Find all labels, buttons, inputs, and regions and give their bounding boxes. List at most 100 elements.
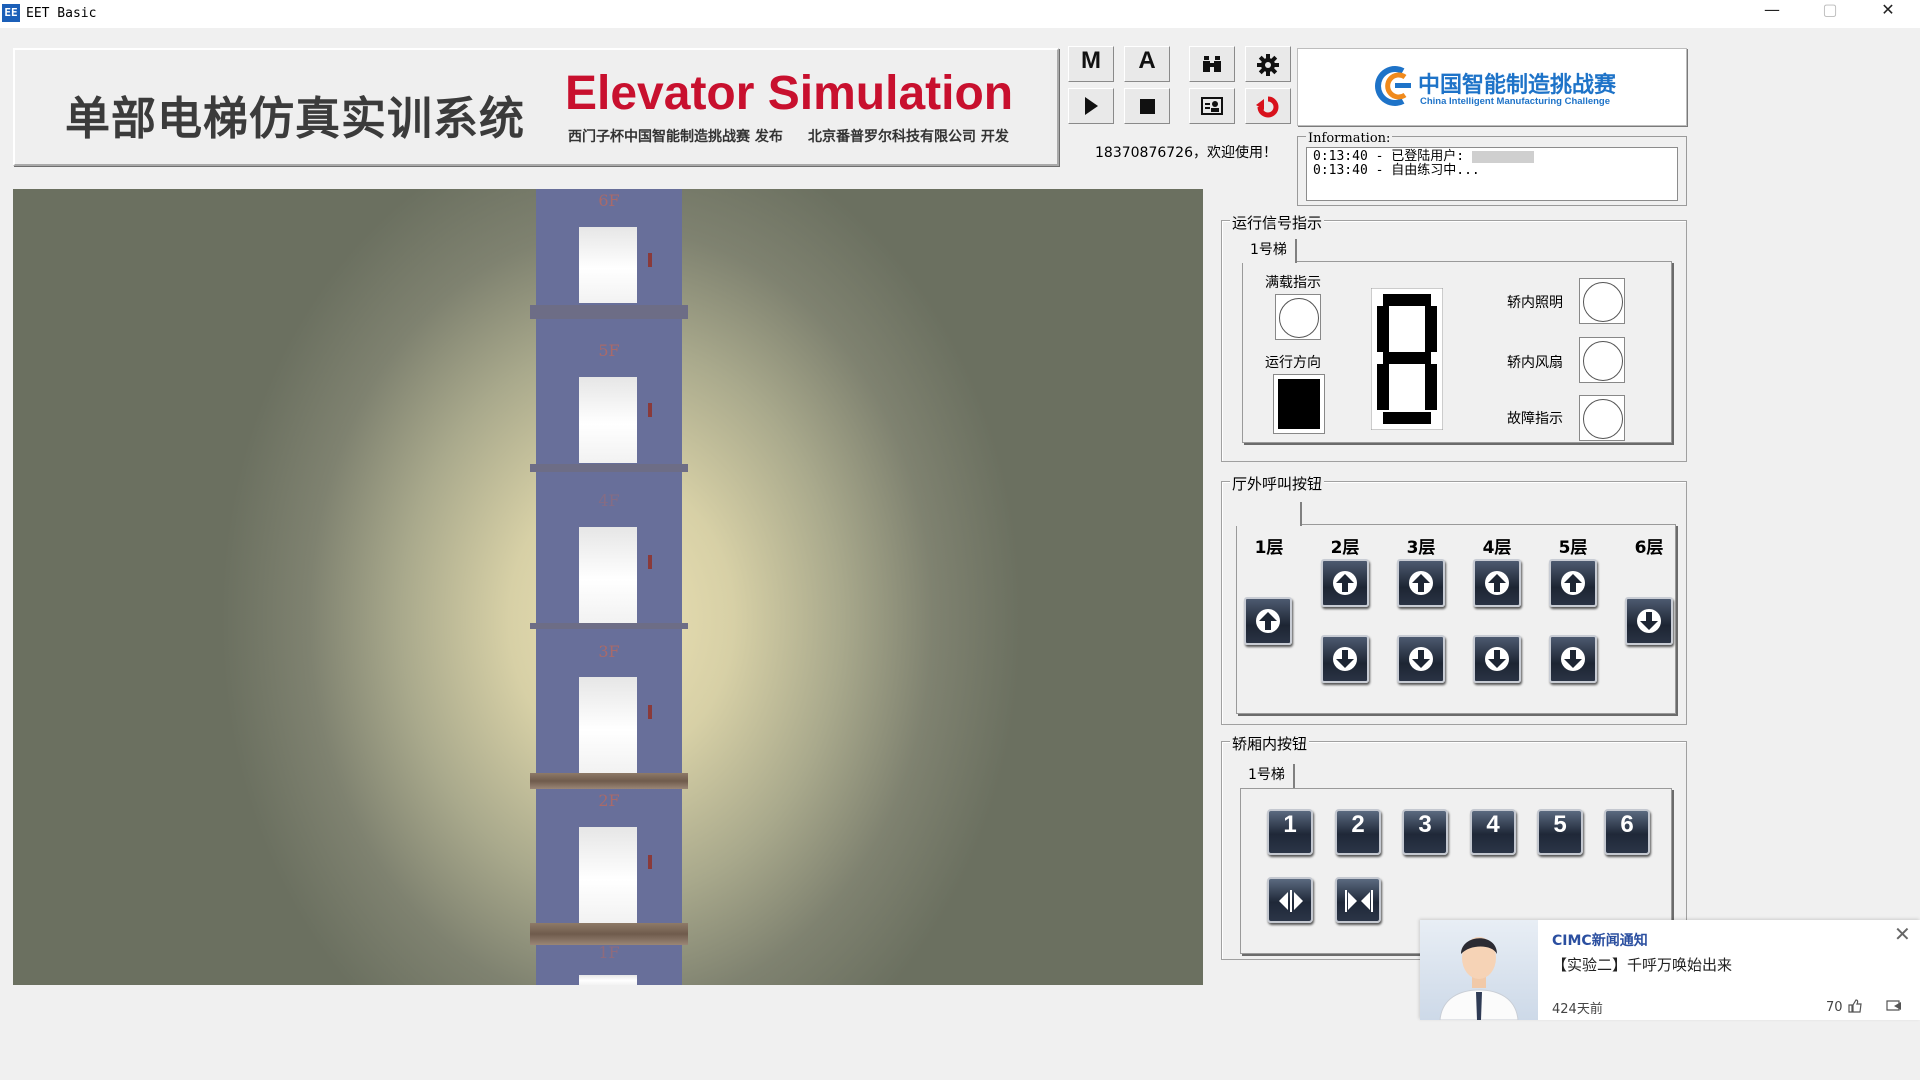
stop-icon <box>1140 99 1155 114</box>
news-notification[interactable]: CIMC新闻通知 【实验二】千呼万唤始出来 424天前 70 ✕ <box>1420 920 1920 1020</box>
hall-call-6-down-button[interactable] <box>1625 597 1673 645</box>
stop-button[interactable] <box>1124 88 1170 124</box>
hall-call-panel: 1层 2层 3层 4层 5层 6层 <box>1236 524 1676 714</box>
banner-publisher: 西门子杯中国智能制造挑战赛 发布 <box>568 129 783 145</box>
cimc-logo: 中国智能制造挑战赛 China Intelligent Manufacturin… <box>1297 48 1687 126</box>
floor-label-6f: 6F <box>598 191 620 210</box>
hall-floor-label-5: 5层 <box>1558 538 1588 558</box>
hall-call-group: 厅外呼叫按钮 1层 2层 3层 4层 5层 6层 <box>1221 473 1687 725</box>
hall-call-5-down-button[interactable] <box>1549 635 1597 683</box>
information-legend: Information: <box>1306 131 1393 146</box>
hall-call-2-down-button[interactable] <box>1321 635 1369 683</box>
hall-indicator <box>648 855 652 869</box>
elevator-door-1f <box>579 975 637 985</box>
notification-likes[interactable]: 70 <box>1826 998 1903 1015</box>
car-fan-label: 轿内风扇 <box>1507 355 1563 371</box>
user-card-button[interactable] <box>1189 88 1235 124</box>
hall-indicator <box>648 555 652 569</box>
car-floor-4-button[interactable]: 4 <box>1470 809 1516 855</box>
person-illustration-icon <box>1439 937 1519 1020</box>
hall-call-tab[interactable] <box>1236 502 1302 526</box>
reset-icon <box>1256 96 1279 118</box>
car-light-lamp <box>1579 278 1625 324</box>
elevator-door-3f <box>579 677 637 773</box>
hall-call-2-up-button[interactable] <box>1321 559 1369 607</box>
elevator-door-2f <box>579 827 637 923</box>
notification-avatar <box>1420 920 1538 1020</box>
hall-floor-label-6: 6层 <box>1634 538 1664 558</box>
hall-indicator <box>648 253 652 267</box>
hall-call-legend: 厅外呼叫按钮 <box>1230 473 1325 494</box>
direction-label: 运行方向 <box>1265 355 1321 371</box>
elevator-door-6f <box>579 227 637 303</box>
car-fan-lamp <box>1579 337 1625 383</box>
tab-elevator-1[interactable]: 1号梯 <box>1242 239 1297 263</box>
hall-floor-label-3: 3层 <box>1406 538 1436 558</box>
hall-call-1-up-button[interactable] <box>1244 597 1292 645</box>
hall-call-4-down-button[interactable] <box>1473 635 1521 683</box>
fault-label: 故障指示 <box>1507 411 1563 427</box>
floor-label-1f: 1F <box>598 943 620 962</box>
car-floor-6-button[interactable]: 6 <box>1604 809 1650 855</box>
settings-button[interactable] <box>1245 46 1291 82</box>
arrow-down-icon <box>1409 647 1433 671</box>
reset-button[interactable] <box>1245 88 1291 124</box>
information-log[interactable]: 0:13:40 - 已登陆用户: 0:13:40 - 自由练习中... <box>1306 147 1678 201</box>
manual-mode-button[interactable]: M <box>1068 46 1114 82</box>
hall-floor-label-2: 2层 <box>1330 538 1360 558</box>
door-close-button[interactable] <box>1335 877 1381 923</box>
maximize-button[interactable]: ▢ <box>1801 0 1859 28</box>
hall-call-5-up-button[interactable] <box>1549 559 1597 607</box>
elevator-3d-view[interactable]: 6F 5F 4F 3F 2F 1F <box>13 189 1203 985</box>
notification-close-button[interactable]: ✕ <box>1894 922 1911 946</box>
user-card-icon <box>1201 97 1223 115</box>
car-floor-1-button[interactable]: 1 <box>1267 809 1313 855</box>
arrow-down-icon <box>1561 647 1585 671</box>
banner: 单部电梯仿真实训系统 Elevator Simulation 西门子杯中国智能制… <box>13 48 1059 166</box>
full-load-label: 满载指示 <box>1265 275 1321 291</box>
elevator-shaft: 6F 5F 4F 3F 2F 1F <box>530 189 688 985</box>
signal-indicator-group: 运行信号指示 满载指示 运行方向 轿内照明 轿内风扇 故障指示 1号梯 <box>1221 212 1687 462</box>
minimize-button[interactable]: — <box>1743 0 1801 28</box>
car-floor-5-button[interactable]: 5 <box>1537 809 1583 855</box>
floor-slab <box>530 464 688 472</box>
car-floor-2-button[interactable]: 2 <box>1335 809 1381 855</box>
fault-lamp <box>1579 395 1625 441</box>
floor-slab <box>530 623 688 629</box>
app-icon: EE <box>2 4 20 22</box>
arrow-up-icon <box>1485 571 1509 595</box>
play-icon <box>1085 97 1098 115</box>
logo-text-cn: 中国智能制造挑战赛 <box>1418 73 1617 98</box>
hall-call-4-up-button[interactable] <box>1473 559 1521 607</box>
auto-mode-button[interactable]: A <box>1124 46 1170 82</box>
door-open-button[interactable] <box>1267 877 1313 923</box>
notification-time: 424天前 <box>1552 1002 1603 1017</box>
seven-segment-display <box>1371 288 1443 430</box>
arrow-down-icon <box>1637 609 1661 633</box>
hall-floor-label-1: 1层 <box>1254 538 1284 558</box>
signal-legend: 运行信号指示 <box>1230 212 1325 233</box>
information-group: Information: 0:13:40 - 已登陆用户: 0:13:40 - … <box>1297 131 1687 206</box>
window-title: EET Basic <box>26 6 97 21</box>
car-floor-3-button[interactable]: 3 <box>1402 809 1448 855</box>
arrow-up-icon <box>1409 571 1433 595</box>
thumbs-up-icon[interactable] <box>1847 998 1863 1014</box>
log-line: 0:13:40 - 已登陆用户: <box>1313 149 1465 164</box>
share-icon[interactable] <box>1885 998 1903 1014</box>
notification-title: CIMC新闻通知 <box>1552 933 1648 949</box>
close-button[interactable]: ✕ <box>1859 0 1917 28</box>
tab-car-elevator-1[interactable]: 1号梯 <box>1240 764 1295 788</box>
hall-call-3-up-button[interactable] <box>1397 559 1445 607</box>
signal-panel: 满载指示 运行方向 轿内照明 轿内风扇 故障指示 <box>1242 261 1672 443</box>
start-button[interactable] <box>1068 88 1114 124</box>
hall-call-3-down-button[interactable] <box>1397 635 1445 683</box>
hall-indicator <box>648 705 652 719</box>
direction-indicator <box>1273 374 1325 434</box>
door-close-icon <box>1345 890 1373 912</box>
title-bar: EE EET Basic — ▢ ✕ <box>0 0 1920 28</box>
notification-message[interactable]: 【实验二】千呼万唤始出来 <box>1552 954 1732 975</box>
like-count: 70 <box>1826 1000 1843 1015</box>
banner-title-cn: 单部电梯仿真实训系统 <box>65 92 526 145</box>
logo-text-en: China Intelligent Manufacturing Challeng… <box>1420 96 1611 107</box>
binoculars-button[interactable] <box>1189 46 1235 82</box>
